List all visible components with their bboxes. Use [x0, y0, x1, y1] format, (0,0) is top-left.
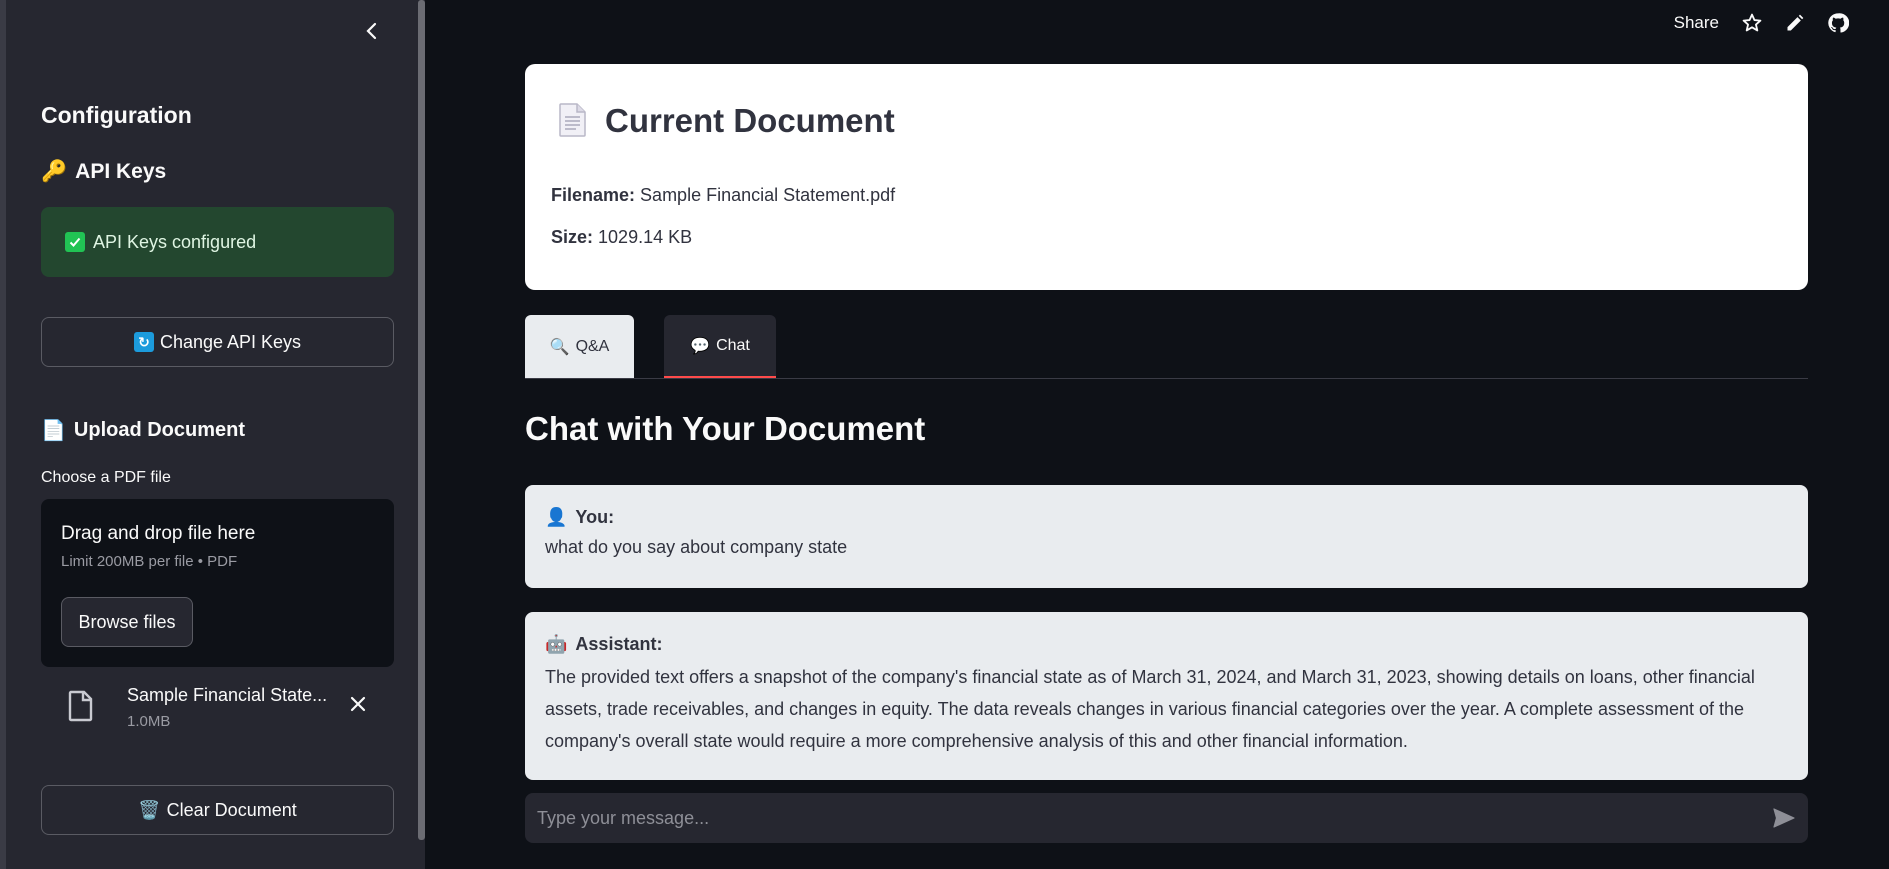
chat-input-bar	[525, 793, 1808, 843]
tab-chat-label: Chat	[716, 336, 750, 354]
document-icon: 📄	[41, 420, 66, 442]
current-document-card: Current Document Filename: Sample Financ…	[525, 64, 1808, 290]
author-label: Assistant:	[575, 634, 663, 654]
file-dropzone[interactable]: Drag and drop file here Limit 200MB per …	[41, 499, 394, 667]
sidebar-scrollbar[interactable]	[418, 0, 425, 840]
message-text: what do you say about company state	[545, 537, 848, 557]
close-icon[interactable]	[349, 695, 367, 713]
trash-icon: 🗑️	[138, 799, 161, 820]
browse-files-button[interactable]: Browse files	[61, 597, 193, 647]
tab-qa[interactable]: 🔍 Q&A	[525, 315, 634, 378]
uploaded-file-name: Sample Financial State...	[127, 685, 328, 705]
filename-label: Filename:	[551, 185, 636, 205]
message-text: The provided text offers a snapshot of t…	[545, 667, 1755, 751]
chat-message-input[interactable]	[537, 807, 1772, 829]
search-icon: 🔍	[549, 338, 570, 356]
github-icon[interactable]	[1827, 12, 1849, 34]
clear-document-button[interactable]: 🗑️ Clear Document	[41, 785, 394, 835]
uploaded-file-item: Sample Financial State... 1.0MB	[41, 680, 394, 736]
file-icon	[68, 690, 93, 722]
choose-file-label: Choose a PDF file	[41, 469, 171, 486]
uploaded-file-size: 1.0MB	[127, 713, 171, 730]
top-toolbar: Share	[1674, 12, 1849, 34]
refresh-icon: ↻	[133, 332, 154, 352]
size-value: 1029.14 KB	[598, 227, 693, 247]
upload-title: Upload Document	[73, 419, 246, 441]
document-title: Current Document	[605, 102, 895, 139]
tab-qa-label: Q&A	[575, 337, 610, 355]
document-filename: Filename: Sample Financial Statement.pdf	[551, 185, 895, 206]
message-author: 👤 You:	[545, 507, 1788, 528]
clear-document-label: Clear Document	[166, 799, 297, 820]
edit-icon[interactable]	[1785, 13, 1805, 33]
message-author: 🤖 Assistant:	[545, 634, 1788, 655]
user-icon: 👤	[545, 507, 568, 527]
share-button[interactable]: Share	[1674, 13, 1719, 33]
speech-bubble-icon: 💬	[690, 337, 711, 355]
size-label: Size:	[551, 227, 594, 247]
star-icon[interactable]	[1741, 12, 1763, 34]
tab-chat[interactable]: 💬 Chat	[664, 315, 776, 378]
success-text: API Keys configured	[93, 231, 257, 252]
document-size: Size: 1029.14 KB	[551, 227, 692, 248]
api-keys-title: API Keys	[75, 160, 167, 183]
dropzone-subtitle: Limit 200MB per file • PDF	[61, 553, 238, 570]
api-keys-heading: 🔑 API Keys	[41, 160, 166, 184]
dropzone-title: Drag and drop file here	[61, 523, 256, 544]
config-title: Configuration	[41, 102, 192, 128]
key-icon: 🔑	[41, 160, 68, 183]
check-icon	[65, 232, 85, 252]
change-api-keys-label: Change API Keys	[159, 331, 302, 352]
filename-value: Sample Financial Statement.pdf	[640, 185, 896, 205]
upload-heading: 📄 Upload Document	[41, 418, 245, 443]
sidebar: Configuration 🔑 API Keys API Keys config…	[0, 0, 425, 869]
chat-heading: Chat with Your Document	[525, 410, 926, 447]
chevron-left-icon	[366, 22, 377, 40]
chat-message: 👤 You: what do you say about company sta…	[525, 485, 1808, 588]
robot-icon: 🤖	[545, 634, 568, 654]
document-icon	[559, 103, 586, 137]
send-icon[interactable]	[1772, 807, 1796, 829]
tab-bar: 🔍 Q&A 💬 Chat	[525, 315, 1808, 379]
change-api-keys-button[interactable]: ↻ Change API Keys	[41, 317, 394, 367]
api-keys-success-alert: API Keys configured	[41, 207, 394, 277]
chat-message: 🤖 Assistant: The provided text offers a …	[525, 612, 1808, 780]
collapse-sidebar-button[interactable]	[359, 18, 385, 44]
author-label: You:	[575, 507, 615, 527]
